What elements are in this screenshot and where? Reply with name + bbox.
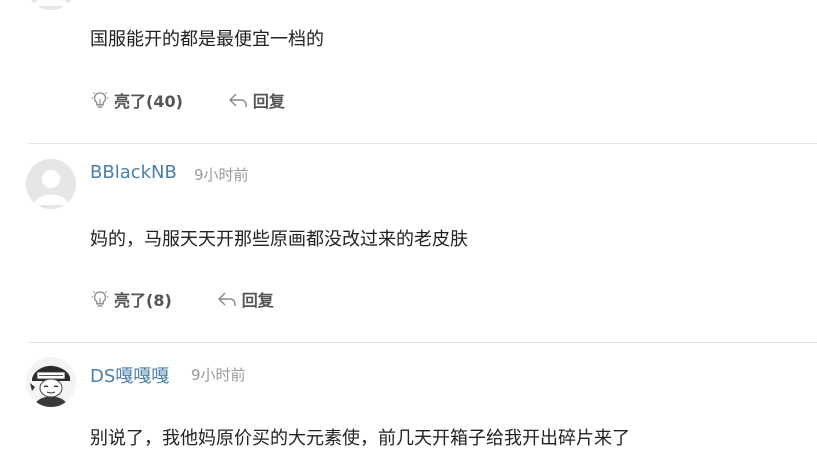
divider [28, 143, 817, 144]
like-count: 亮了(8) [114, 291, 172, 310]
reply-button[interactable]: 回复 [227, 88, 285, 112]
like-count: 亮了(40) [114, 92, 183, 111]
default-avatar-icon [26, 159, 76, 209]
like-button[interactable]: 亮了(40) [90, 88, 183, 112]
comment-actions: 亮了(8) 回复 [90, 287, 274, 311]
comment-list: 国服能开的都是最便宜一档的 亮了(40) 回复 BBlackNB 9小时前 妈的… [0, 0, 817, 451]
comment-content: 妈的，马服天天开那些原画都没改过来的老皮肤 [90, 229, 468, 250]
lightbulb-icon [91, 291, 109, 307]
comment-content: 别说了，我他妈原价买的大元素使，前几天开箱子给我开出碎片来了 [90, 428, 630, 449]
lightbulb-icon [91, 92, 109, 108]
avatar[interactable] [26, 357, 76, 407]
comment-content: 国服能开的都是最便宜一档的 [90, 29, 324, 50]
timestamp: 9小时前 [194, 166, 249, 184]
reply-button[interactable]: 回复 [216, 287, 274, 311]
divider [28, 342, 817, 343]
like-button[interactable]: 亮了(8) [90, 287, 172, 311]
avatar[interactable] [26, 0, 76, 10]
timestamp: 9小时前 [191, 366, 246, 384]
comment-actions: 亮了(40) 回复 [90, 88, 285, 112]
default-avatar-icon [26, 0, 76, 10]
reply-label: 回复 [241, 291, 274, 310]
reply-label: 回复 [252, 92, 285, 111]
avatar[interactable] [26, 159, 76, 209]
user-avatar-image [26, 357, 76, 407]
reply-arrow-icon [229, 93, 247, 107]
username[interactable]: DS嘎嘎嘎 [90, 362, 169, 388]
reply-arrow-icon [218, 292, 236, 306]
username[interactable]: BBlackNB [90, 162, 177, 183]
